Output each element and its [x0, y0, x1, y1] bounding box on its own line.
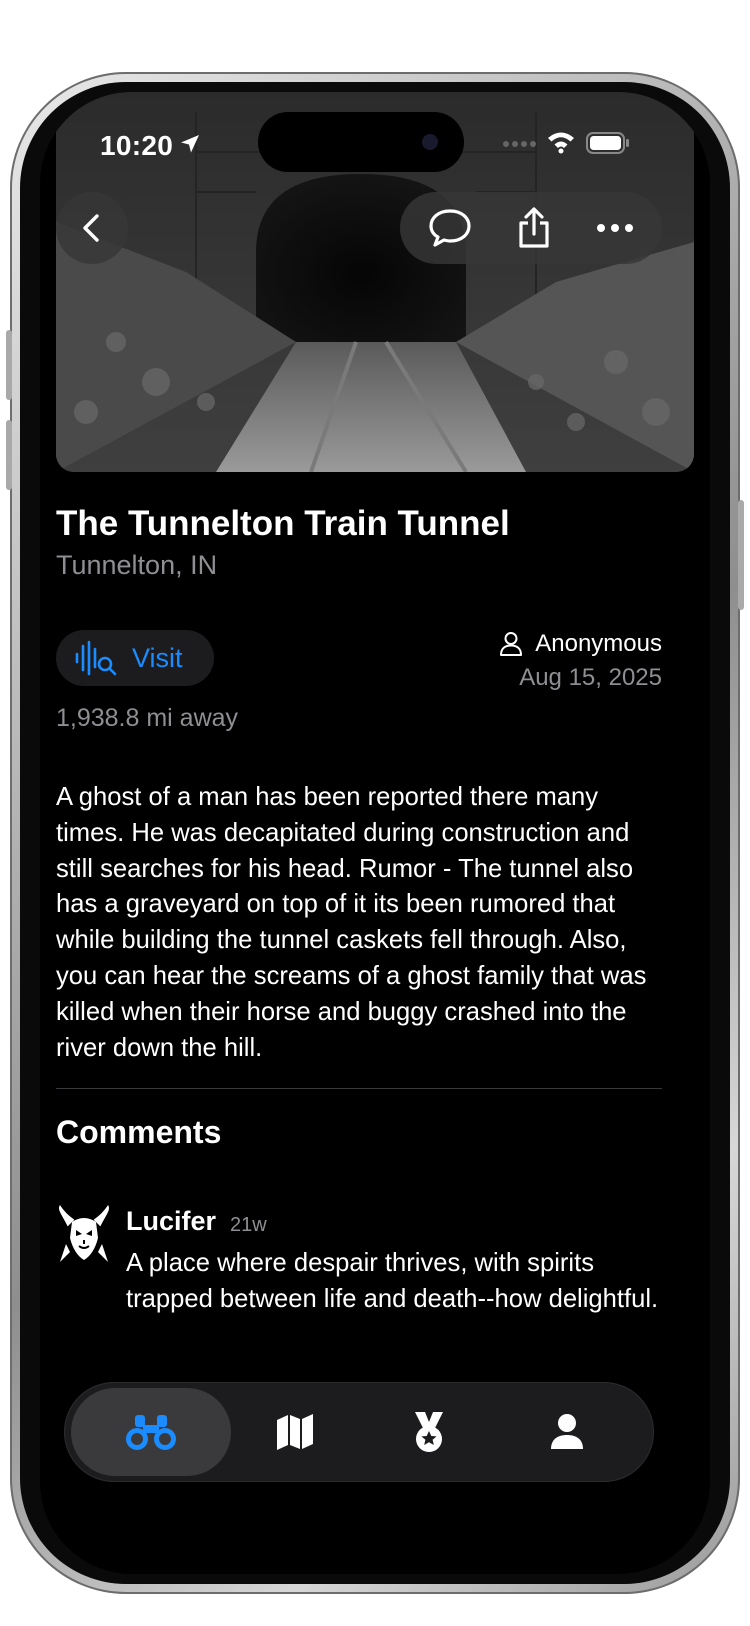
- speech-bubble-icon: [429, 209, 471, 247]
- chevron-left-icon: [83, 214, 99, 242]
- ellipsis-icon: [597, 224, 633, 232]
- tab-bar: [64, 1382, 654, 1482]
- dynamic-island: [258, 112, 464, 172]
- status-bar: 10:20: [40, 92, 710, 182]
- back-button[interactable]: [56, 192, 128, 264]
- description-text: A ghost of a man has been reported there…: [56, 783, 647, 1062]
- tab-map[interactable]: [230, 1388, 360, 1476]
- author-row: Anonymous: [499, 630, 662, 658]
- comment-author[interactable]: Lucifer: [126, 1206, 216, 1237]
- distance-text: 1,938.8 mi away: [56, 704, 239, 732]
- person-outline-icon: [500, 632, 523, 656]
- comments-heading: Comments: [56, 1114, 222, 1150]
- comment-button[interactable]: [427, 207, 473, 249]
- share-icon: [519, 207, 549, 248]
- map-icon: [277, 1414, 313, 1450]
- actions-pill: [400, 192, 662, 264]
- avatar: [59, 1205, 109, 1262]
- comment-age: 21w: [230, 1214, 267, 1236]
- comment-text: A place where despair thrives, with spir…: [126, 1249, 659, 1313]
- battery-icon: [586, 132, 629, 154]
- author-name: Anonymous: [535, 630, 662, 657]
- signal-icon: [503, 141, 536, 147]
- waveform-search-icon: [75, 640, 117, 676]
- volume-up-button: [6, 330, 12, 400]
- visit-button[interactable]: Visit: [56, 630, 214, 686]
- binoculars-icon: [126, 1415, 176, 1450]
- location-subtitle: Tunnelton, IN: [56, 550, 218, 580]
- tab-awards[interactable]: [364, 1388, 494, 1476]
- medal-icon: [415, 1412, 443, 1452]
- tab-explore[interactable]: [71, 1388, 231, 1476]
- share-button[interactable]: [515, 206, 553, 250]
- power-button: [738, 500, 744, 610]
- tab-profile[interactable]: [502, 1388, 632, 1476]
- location-arrow-icon: [181, 135, 199, 153]
- person-icon: [551, 1414, 583, 1449]
- wifi-icon: [548, 132, 574, 154]
- visit-label: Visit: [132, 642, 183, 673]
- post-date: Aug 15, 2025: [519, 664, 662, 691]
- more-button[interactable]: [595, 222, 635, 234]
- screen: 10:20 The Tunnelton Train Tunnel Tunnelt…: [40, 92, 710, 1574]
- divider: [56, 1088, 662, 1089]
- status-time: 10:20: [100, 130, 174, 161]
- page-title: The Tunnelton Train Tunnel: [56, 504, 510, 543]
- volume-down-button: [6, 420, 12, 490]
